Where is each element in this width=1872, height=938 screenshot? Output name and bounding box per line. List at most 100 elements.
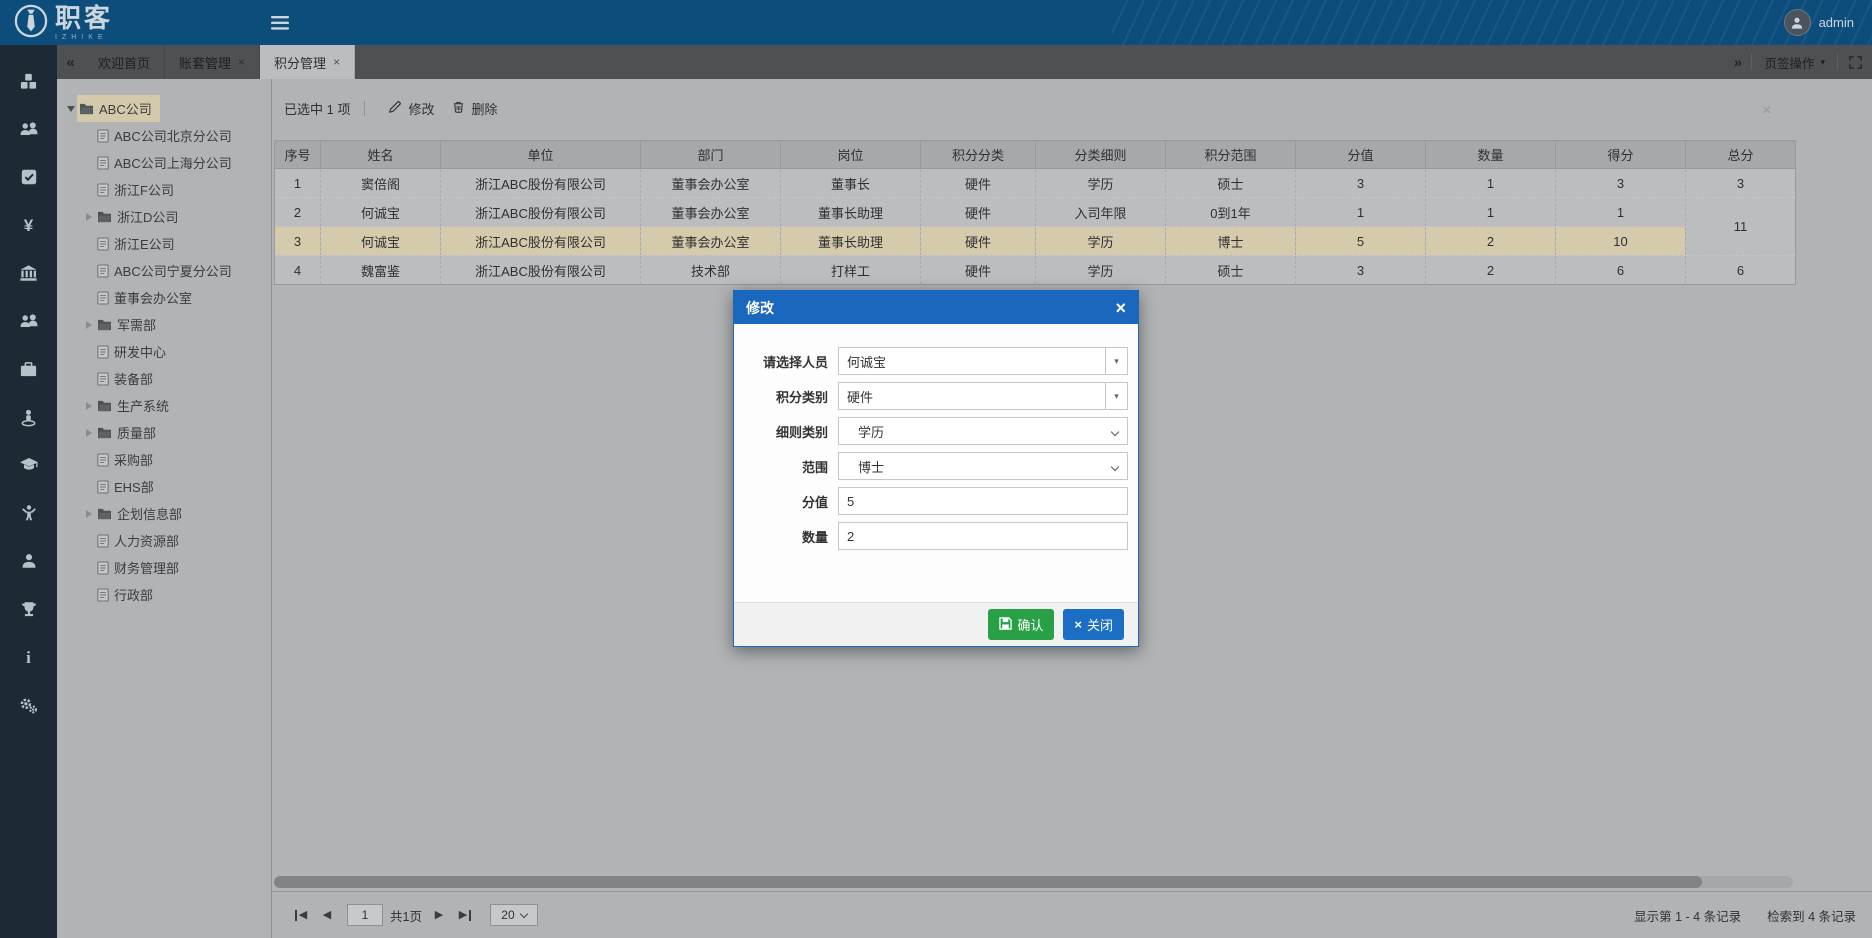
combo-field[interactable]: 何诚宝 ▾ [838, 347, 1128, 375]
tree-node[interactable]: 董事会办公室 [57, 284, 271, 311]
user-menu[interactable]: admin [1784, 9, 1854, 36]
tree-node[interactable]: 浙江D公司 [57, 203, 271, 230]
tree-node[interactable]: 企划信息部 [57, 500, 271, 527]
tree-node[interactable]: ABC公司北京分公司 [57, 122, 271, 149]
save-floppy-icon [999, 617, 1012, 633]
tab-close-icon[interactable]: × [333, 55, 340, 69]
tree-caret-icon[interactable] [83, 321, 95, 329]
tree-node[interactable]: 生产系统 [57, 392, 271, 419]
column-header[interactable]: 单位 [441, 141, 641, 169]
table-row[interactable]: 1窦倍阁浙江ABC股份有限公司董事会办公室董事长硬件学历硕士3133 [275, 169, 1796, 198]
column-header[interactable]: 分类细则 [1036, 141, 1166, 169]
yen-icon[interactable]: ¥ [19, 215, 39, 235]
column-header[interactable]: 总分 [1686, 141, 1796, 169]
dialog-header[interactable]: 修改 × [734, 291, 1138, 324]
column-header[interactable]: 数量 [1426, 141, 1556, 169]
tree-node[interactable]: ABC公司上海分公司 [57, 149, 271, 176]
column-header[interactable]: 得分 [1556, 141, 1686, 169]
tree-node[interactable]: 浙江F公司 [57, 176, 271, 203]
user-icon[interactable] [19, 551, 39, 571]
tree-node[interactable]: 财务管理部 [57, 554, 271, 581]
combo-arrow-icon[interactable]: ▾ [1105, 348, 1127, 374]
tree-node[interactable]: 人力资源部 [57, 527, 271, 554]
table-cell: 3 [1296, 169, 1426, 198]
column-header[interactable]: 岗位 [781, 141, 921, 169]
tree-node[interactable]: 军需部 [57, 311, 271, 338]
group-icon[interactable] [19, 311, 39, 331]
dialog-close-icon[interactable]: × [1115, 299, 1126, 317]
trophy-icon[interactable] [19, 599, 39, 619]
tab-points[interactable]: 积分管理 × [260, 45, 355, 79]
tree-node[interactable]: 采购部 [57, 446, 271, 473]
table-row[interactable]: 2何诚宝浙江ABC股份有限公司董事会办公室董事长助理硬件入司年限0到1年1111… [275, 198, 1796, 227]
pager-first-button[interactable]: ◀ [291, 910, 311, 921]
info-icon[interactable]: i [19, 647, 39, 667]
column-header[interactable]: 积分分类 [921, 141, 1036, 169]
tree-caret-icon[interactable] [83, 402, 95, 410]
column-header[interactable]: 部门 [641, 141, 781, 169]
app-logo: 职客 IZHIKE [14, 4, 113, 41]
gears-icon[interactable] [19, 695, 39, 715]
text-input[interactable] [847, 488, 1119, 514]
page-size-select[interactable]: 20 [490, 904, 538, 926]
tabs-scroll-left-icon[interactable]: « [57, 45, 84, 79]
scrollbar-thumb[interactable] [274, 876, 1702, 888]
column-header[interactable]: 积分范围 [1166, 141, 1296, 169]
chevron-down-icon: ▾ [1820, 57, 1825, 68]
tree-node[interactable]: EHS部 [57, 473, 271, 500]
tabs-scroll-right-icon[interactable]: » [1724, 54, 1751, 71]
column-header[interactable]: 姓名 [321, 141, 441, 169]
tree-caret-icon[interactable] [65, 101, 77, 116]
team-icon[interactable] [19, 119, 39, 139]
edit-button[interactable]: 修改 [379, 96, 443, 121]
fullscreen-icon[interactable] [1838, 55, 1872, 70]
graduation-cap-icon[interactable] [19, 455, 39, 475]
check-square-icon[interactable] [19, 167, 39, 187]
tab-close-icon[interactable]: × [238, 55, 245, 69]
file-icon [97, 264, 109, 278]
bank-icon[interactable] [19, 263, 39, 283]
cubes-icon[interactable] [19, 71, 39, 91]
edit-dialog: 修改 × 请选择人员 何诚宝 ▾ 积分类别 硬件 ▾ 细则类别 [733, 290, 1139, 647]
brand-name: 职客 [55, 5, 113, 31]
delete-button[interactable]: 删除 [443, 96, 506, 121]
table-cell: 2 [1426, 256, 1556, 285]
tab-account[interactable]: 账套管理 × [165, 45, 260, 79]
confirm-button[interactable]: 确认 [988, 609, 1054, 640]
table-row[interactable]: 3何诚宝浙江ABC股份有限公司董事会办公室董事长助理硬件学历博士5210 [275, 227, 1796, 256]
close-button[interactable]: × 关闭 [1063, 609, 1124, 640]
tree-node[interactable]: 装备部 [57, 365, 271, 392]
tree-node[interactable]: 质量部 [57, 419, 271, 446]
tab-actions-dropdown[interactable]: 页签操作 ▾ [1752, 53, 1837, 72]
tab-welcome[interactable]: 欢迎首页 [84, 45, 165, 79]
tree-node[interactable]: 研发中心 [57, 338, 271, 365]
text-input[interactable] [847, 523, 1119, 549]
hamburger-menu-icon[interactable] [263, 8, 297, 38]
tree-node[interactable]: ABC公司 [57, 95, 271, 122]
select-field[interactable]: 博士 [838, 452, 1128, 480]
panel-close-icon[interactable]: × [1762, 103, 1771, 119]
tree-node[interactable]: ABC公司宁夏分公司 [57, 257, 271, 284]
page-number-input[interactable] [347, 904, 383, 926]
combo-arrow-icon[interactable]: ▾ [1105, 383, 1127, 409]
pager-next-button[interactable]: ▶ [429, 910, 449, 921]
avatar [1784, 9, 1811, 36]
field-label: 分值 [744, 492, 828, 511]
table-row[interactable]: 4魏富鉴浙江ABC股份有限公司技术部打样工硬件学历硕士3266 [275, 256, 1796, 285]
combo-field[interactable]: 硬件 ▾ [838, 382, 1128, 410]
chevron-down-icon [1111, 463, 1119, 471]
pager-prev-button[interactable]: ◀ [317, 910, 337, 921]
briefcase-icon[interactable] [19, 359, 39, 379]
column-header[interactable]: 序号 [275, 141, 321, 169]
tree-caret-icon[interactable] [83, 429, 95, 437]
file-icon [97, 129, 109, 143]
pager-last-button[interactable]: ▶ [455, 910, 475, 921]
tree-node[interactable]: 浙江E公司 [57, 230, 271, 257]
tree-caret-icon[interactable] [83, 213, 95, 221]
select-field[interactable]: 学历 [838, 417, 1128, 445]
cheer-icon[interactable] [19, 503, 39, 523]
tree-node[interactable]: 行政部 [57, 581, 271, 608]
street-view-icon[interactable] [19, 407, 39, 427]
tree-caret-icon[interactable] [83, 510, 95, 518]
column-header[interactable]: 分值 [1296, 141, 1426, 169]
